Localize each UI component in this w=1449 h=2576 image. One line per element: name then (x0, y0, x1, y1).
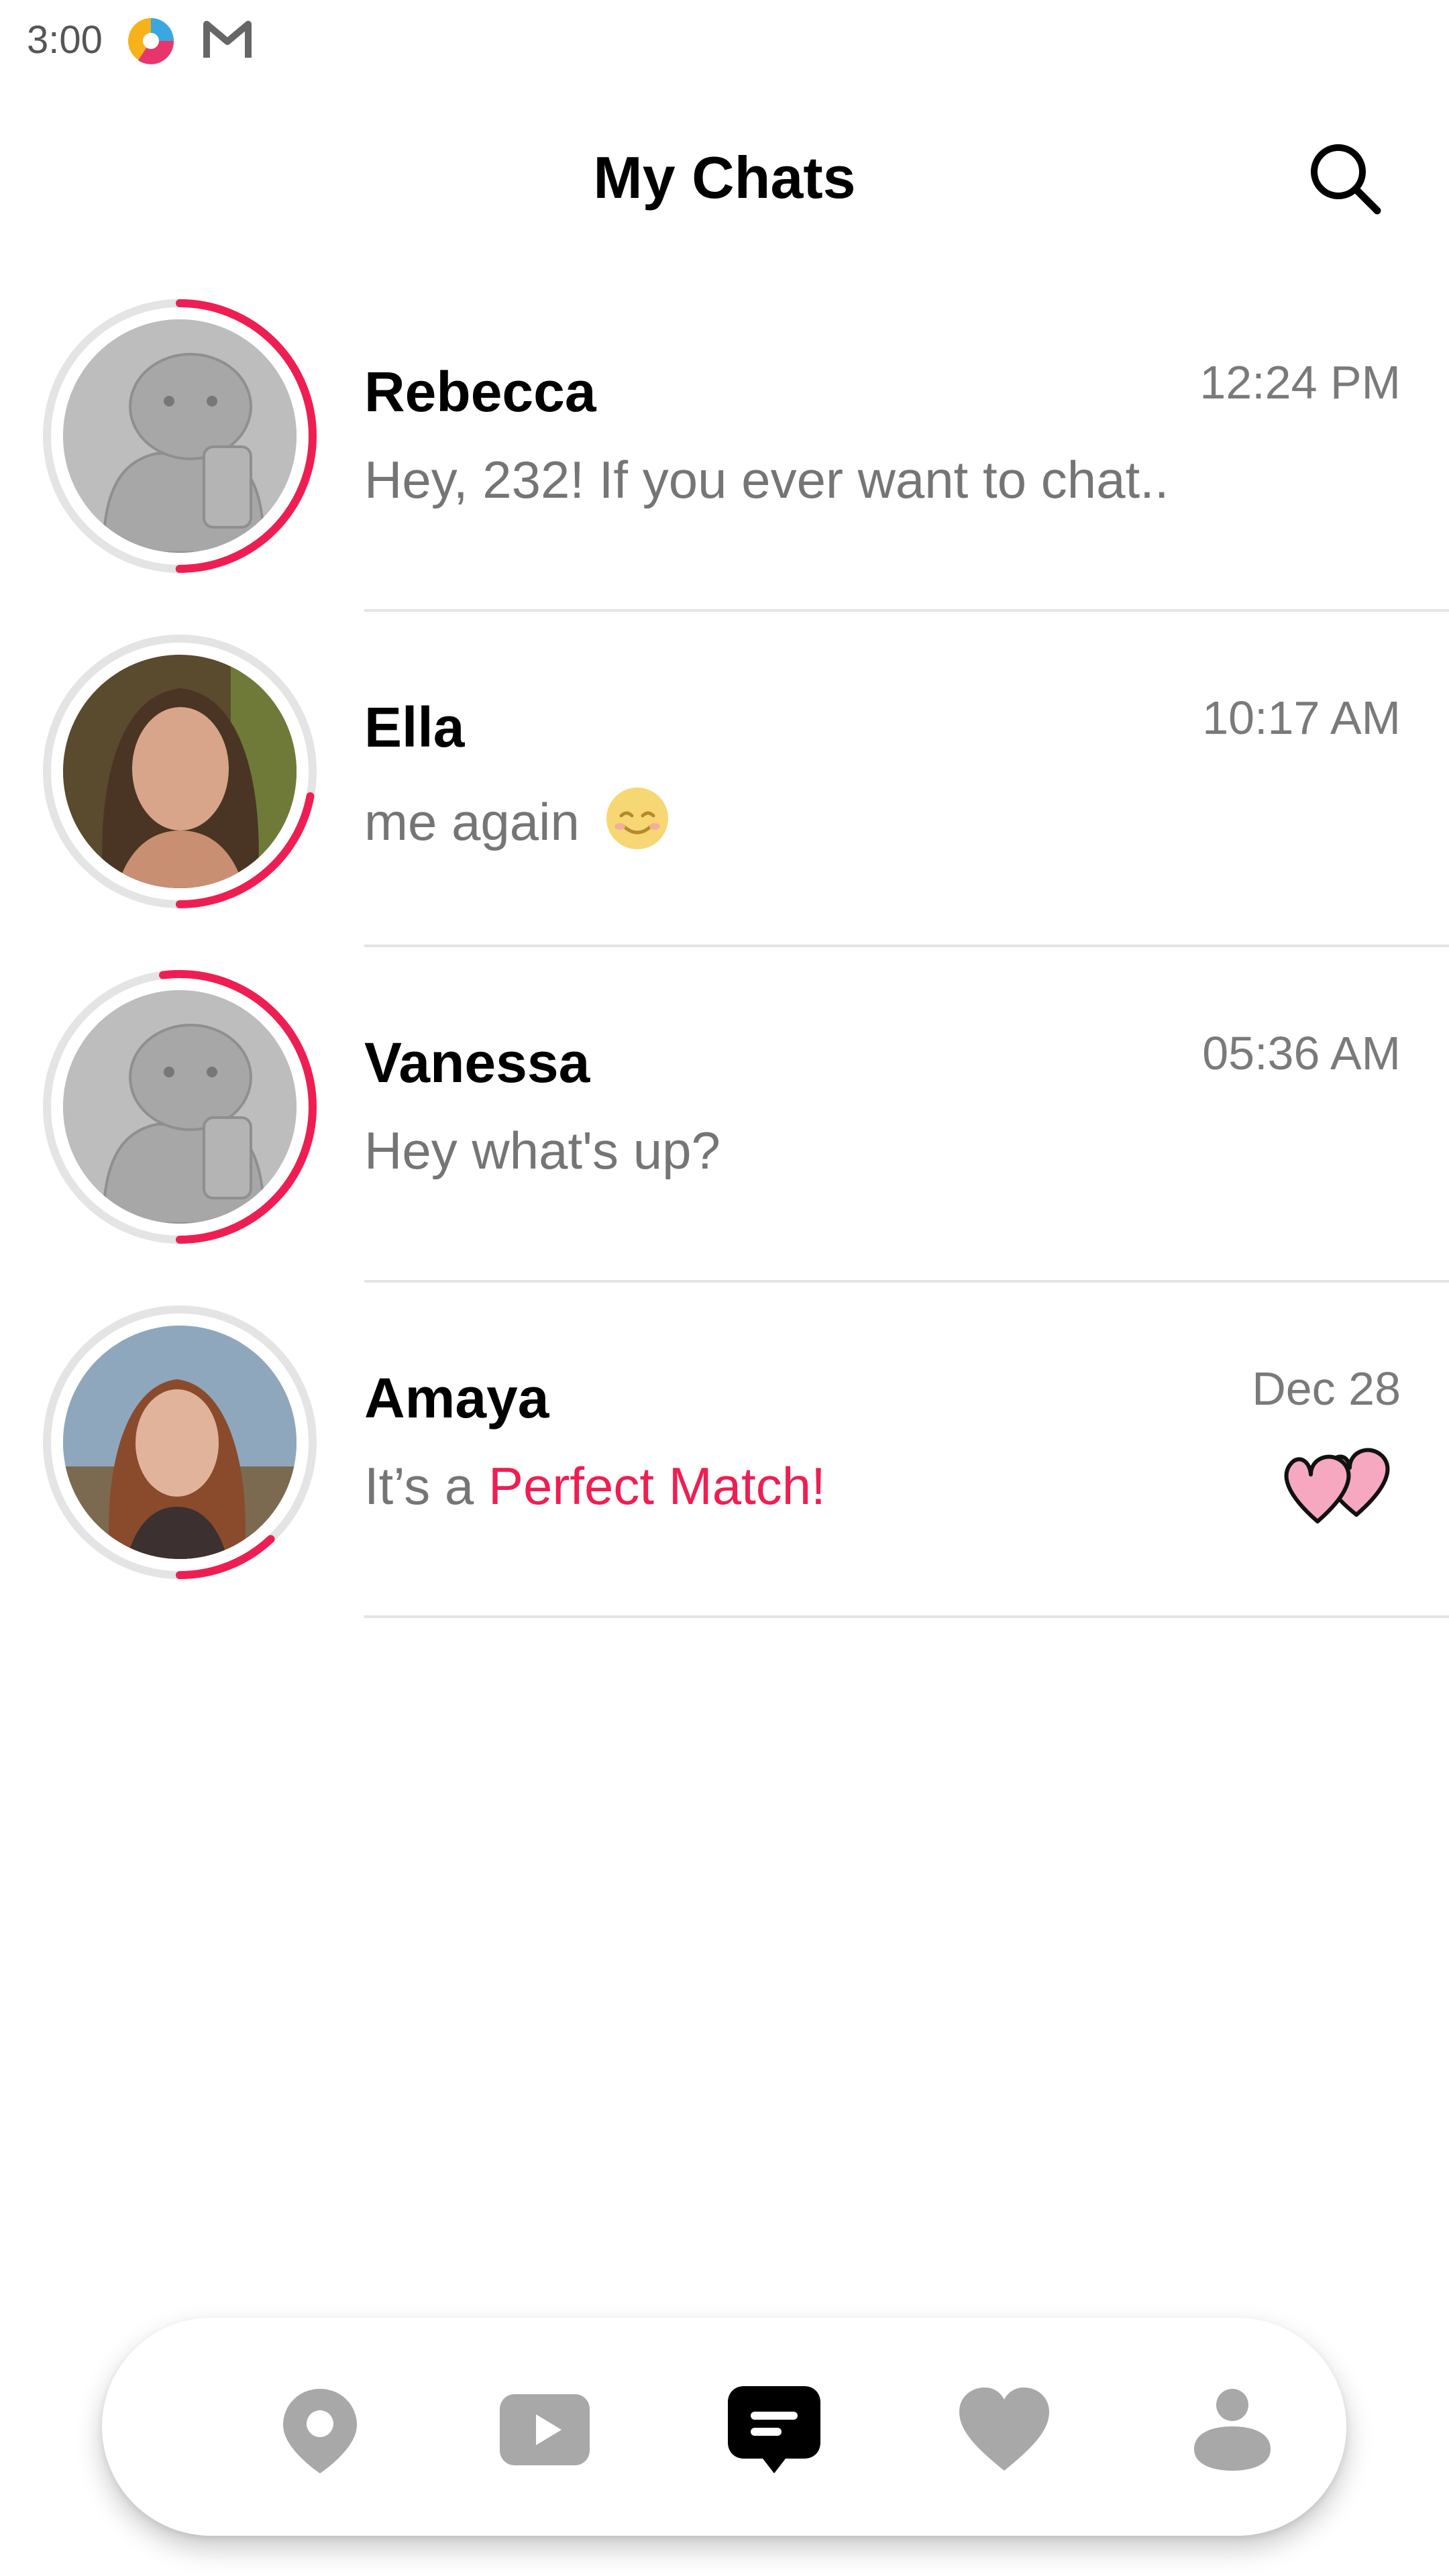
chat-preview: Hey what's up? (364, 1121, 720, 1180)
profile-icon (1194, 2389, 1271, 2471)
avatar-with-ring[interactable] (39, 295, 321, 577)
preview-text: me again (364, 792, 580, 851)
nav-profile-button[interactable] (1182, 2379, 1283, 2480)
chat-time: 10:17 AM (1202, 692, 1401, 744)
divider (364, 1280, 1449, 1283)
chat-time: 05:36 AM (1202, 1027, 1401, 1079)
smiling-face-icon (606, 788, 668, 849)
perfect-match-text: Perfect Match! (488, 1456, 826, 1515)
avatar-with-ring[interactable] (39, 631, 321, 912)
chat-time: 12:24 PM (1199, 356, 1401, 409)
bottom-navigation (102, 2318, 1346, 2536)
status-time: 3:00 (27, 18, 103, 62)
chat-name: Amaya (364, 1366, 549, 1430)
chat-time: Dec 28 (1252, 1362, 1401, 1415)
divider (364, 609, 1449, 612)
map-pin-icon (283, 2389, 357, 2473)
search-icon (1311, 144, 1381, 215)
gmail-icon (203, 21, 252, 58)
divider (364, 945, 1449, 947)
chat-item-ella[interactable]: Ella 10:17 AM me again (0, 631, 1449, 966)
avatar-with-ring[interactable] (39, 966, 321, 1248)
page-title: My Chats (593, 144, 856, 211)
avatar-with-ring[interactable] (39, 1301, 321, 1583)
double-heart-icon (1284, 1448, 1390, 1523)
chat-item-rebecca[interactable]: Rebecca 12:24 PM Hey, 232! If you ever w… (0, 295, 1449, 631)
nav-chats-button[interactable] (724, 2379, 824, 2480)
placeholder-avatar-icon (63, 319, 297, 553)
preview-prefix: It’s a (364, 1456, 474, 1515)
app-logo-icon (128, 18, 174, 64)
photo-avatar-icon (63, 1326, 297, 1559)
avatar (63, 319, 297, 553)
avatar (63, 1326, 297, 1559)
chat-preview: It’s a Perfect Match! (364, 1456, 826, 1517)
chat-bubble-icon (728, 2386, 820, 2473)
nav-map-button[interactable] (270, 2379, 370, 2480)
avatar (63, 655, 297, 888)
chat-preview: me again (364, 785, 671, 853)
video-play-icon (500, 2394, 590, 2465)
photo-avatar-icon (63, 655, 297, 888)
chat-preview: Hey, 232! If you ever want to chat.. (364, 450, 1169, 509)
avatar (63, 990, 297, 1224)
chat-list: Rebecca 12:24 PM Hey, 232! If you ever w… (0, 295, 1449, 1637)
chat-item-vanessa[interactable]: Vanessa 05:36 AM Hey what's up? (0, 966, 1449, 1301)
search-button[interactable] (1305, 138, 1385, 219)
nav-video-button[interactable] (494, 2379, 595, 2480)
chat-name: Rebecca (364, 360, 596, 423)
app-header: My Chats (0, 114, 1449, 248)
heart-icon (959, 2387, 1049, 2471)
chat-item-amaya[interactable]: Amaya Dec 28 It’s a Perfect Match! (0, 1301, 1449, 1637)
divider (364, 1615, 1449, 1618)
nav-likes-button[interactable] (954, 2379, 1055, 2480)
placeholder-avatar-icon (63, 990, 297, 1224)
status-bar: 3:00 (0, 0, 1449, 80)
chat-name: Ella (364, 696, 465, 759)
chat-name: Vanessa (364, 1031, 590, 1094)
